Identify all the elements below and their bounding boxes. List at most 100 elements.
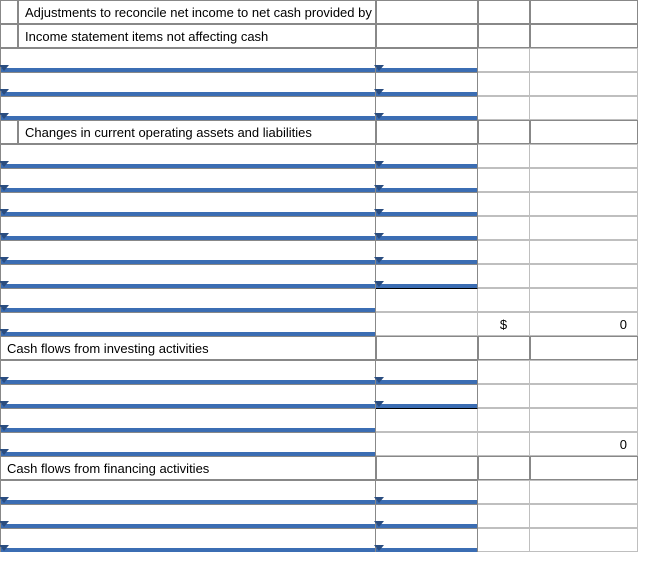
blank-cell	[530, 336, 638, 360]
blank-cell	[478, 432, 530, 456]
desc-dropdown[interactable]	[0, 360, 376, 384]
blank-cell	[478, 480, 530, 504]
blank-cell	[478, 120, 530, 144]
cash-flow-worksheet: Adjustments to reconcile net income to n…	[0, 0, 662, 552]
desc-dropdown[interactable]	[0, 312, 376, 336]
blank-cell	[530, 24, 638, 48]
value-dropdown[interactable]	[376, 264, 478, 288]
dropdown-row-wide	[0, 408, 662, 432]
desc-dropdown[interactable]	[0, 432, 376, 456]
desc-dropdown[interactable]	[0, 216, 376, 240]
value-dropdown[interactable]	[376, 48, 478, 72]
blank-cell	[376, 24, 478, 48]
value-dropdown[interactable]	[376, 384, 478, 408]
desc-dropdown[interactable]	[0, 288, 376, 312]
dropdown-row	[0, 240, 662, 264]
blank-cell	[376, 0, 478, 24]
blank-cell	[530, 264, 638, 288]
header-income-items: Income statement items not affecting cas…	[18, 24, 376, 48]
row-changes-header: Changes in current operating assets and …	[0, 120, 662, 144]
dropdown-row	[0, 264, 662, 288]
blank-cell	[478, 264, 530, 288]
dropdown-row	[0, 216, 662, 240]
subtotal-input[interactable]	[376, 408, 478, 432]
blank-cell	[530, 528, 638, 552]
blank-cell	[530, 216, 638, 240]
blank-cell	[478, 408, 530, 432]
operating-total-value: 0	[530, 312, 638, 336]
blank-cell	[530, 192, 638, 216]
subtotal-input[interactable]	[376, 288, 478, 312]
blank-cell	[530, 408, 638, 432]
blank-cell	[478, 24, 530, 48]
value-dropdown[interactable]	[376, 240, 478, 264]
dropdown-row	[0, 360, 662, 384]
indent-cell	[0, 0, 18, 24]
header-investing: Cash flows from investing activities	[0, 336, 376, 360]
value-dropdown[interactable]	[376, 480, 478, 504]
dropdown-row	[0, 72, 662, 96]
desc-dropdown[interactable]	[0, 528, 376, 552]
value-dropdown[interactable]	[376, 96, 478, 120]
value-dropdown[interactable]	[376, 504, 478, 528]
desc-dropdown[interactable]	[0, 48, 376, 72]
dropdown-row	[0, 480, 662, 504]
blank-cell	[478, 72, 530, 96]
dropdown-row	[0, 504, 662, 528]
desc-dropdown[interactable]	[0, 72, 376, 96]
value-dropdown[interactable]	[376, 360, 478, 384]
desc-dropdown[interactable]	[0, 240, 376, 264]
desc-dropdown[interactable]	[0, 504, 376, 528]
value-dropdown[interactable]	[376, 168, 478, 192]
blank-cell	[478, 360, 530, 384]
blank-cell	[530, 168, 638, 192]
row-investing-header: Cash flows from investing activities	[0, 336, 662, 360]
currency-symbol: $	[478, 312, 530, 336]
desc-dropdown[interactable]	[0, 480, 376, 504]
blank-cell	[376, 120, 478, 144]
blank-cell	[376, 432, 478, 456]
row-operating-total: $ 0	[0, 312, 662, 336]
investing-total-value: 0	[530, 432, 638, 456]
desc-dropdown[interactable]	[0, 264, 376, 288]
blank-cell	[530, 144, 638, 168]
blank-cell	[478, 0, 530, 24]
desc-dropdown[interactable]	[0, 408, 376, 432]
desc-dropdown[interactable]	[0, 144, 376, 168]
blank-cell	[530, 72, 638, 96]
blank-cell	[530, 120, 638, 144]
blank-cell	[530, 48, 638, 72]
header-changes: Changes in current operating assets and …	[18, 120, 376, 144]
blank-cell	[478, 456, 530, 480]
dropdown-row	[0, 528, 662, 552]
blank-cell	[478, 504, 530, 528]
desc-dropdown[interactable]	[0, 192, 376, 216]
header-adjustments: Adjustments to reconcile net income to n…	[18, 0, 376, 24]
value-dropdown[interactable]	[376, 72, 478, 96]
blank-cell	[530, 0, 638, 24]
indent-cell	[0, 120, 18, 144]
blank-cell	[530, 240, 638, 264]
blank-cell	[478, 288, 530, 312]
desc-dropdown[interactable]	[0, 384, 376, 408]
desc-dropdown[interactable]	[0, 168, 376, 192]
blank-cell	[530, 384, 638, 408]
blank-cell	[478, 216, 530, 240]
blank-cell	[530, 504, 638, 528]
blank-cell	[478, 96, 530, 120]
blank-cell	[478, 48, 530, 72]
value-dropdown[interactable]	[376, 216, 478, 240]
row-financing-header: Cash flows from financing activities	[0, 456, 662, 480]
value-dropdown[interactable]	[376, 144, 478, 168]
blank-cell	[478, 192, 530, 216]
header-financing: Cash flows from financing activities	[0, 456, 376, 480]
blank-cell	[530, 360, 638, 384]
blank-cell	[478, 336, 530, 360]
desc-dropdown[interactable]	[0, 96, 376, 120]
blank-cell	[478, 240, 530, 264]
dropdown-row	[0, 144, 662, 168]
row-income-items-header: Income statement items not affecting cas…	[0, 24, 662, 48]
value-dropdown[interactable]	[376, 192, 478, 216]
value-dropdown[interactable]	[376, 528, 478, 552]
dropdown-row	[0, 96, 662, 120]
